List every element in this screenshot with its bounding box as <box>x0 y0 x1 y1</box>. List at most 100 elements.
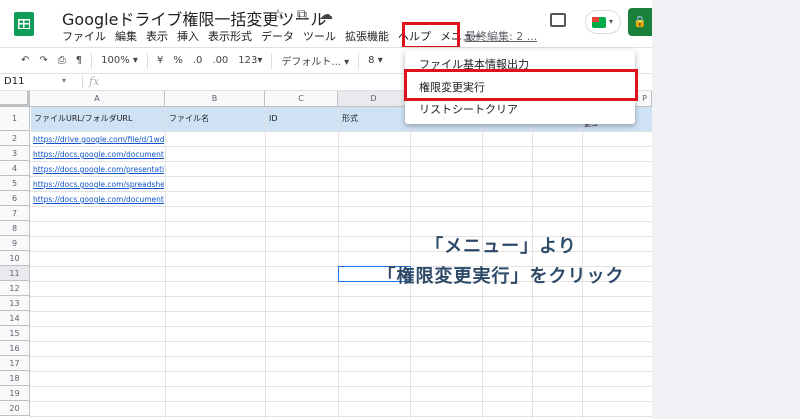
gridline <box>30 401 652 402</box>
row-header-2[interactable]: 2 <box>0 131 30 146</box>
row-header-7[interactable]: 7 <box>0 206 30 221</box>
gridline <box>30 341 652 342</box>
font-size-value: 8 <box>368 55 375 66</box>
row-header-11[interactable]: 11 <box>0 266 30 281</box>
more-formats-label: 123 <box>238 55 258 66</box>
gridline <box>30 131 652 132</box>
toolbar-divider <box>146 52 148 69</box>
select-all-corner[interactable] <box>0 91 30 107</box>
increase-decimal-button[interactable]: .00 <box>207 55 233 66</box>
star-icon[interactable]: ☆ <box>270 7 286 23</box>
menu-data[interactable]: データ <box>261 28 294 44</box>
font-value: デフォルト... <box>281 57 341 68</box>
fx-icon: fx <box>82 75 99 88</box>
row-header-3[interactable]: 3 <box>0 146 30 161</box>
row-header-8[interactable]: 8 <box>0 221 30 236</box>
print-icon[interactable]: ⎙ <box>53 55 71 66</box>
toolbar-divider <box>358 52 360 69</box>
row-header-1[interactable]: 1 <box>0 107 30 131</box>
header-cell-format[interactable]: 形式 <box>339 107 410 131</box>
decrease-decimal-button[interactable]: .0 <box>188 55 208 66</box>
folder-move-icon[interactable]: ⧉ <box>294 7 310 23</box>
row-header-18[interactable]: 18 <box>0 371 30 386</box>
undo-icon[interactable]: ↶ <box>16 55 34 66</box>
meet-button[interactable]: ▾ <box>585 10 621 34</box>
row-header-6[interactable]: 6 <box>0 191 30 206</box>
paint-format-icon[interactable]: ¶ <box>71 55 87 66</box>
cell-link-4[interactable]: https://docs.google.com/spreadsheets/ <box>33 180 164 189</box>
column-header-c[interactable]: C <box>265 91 338 107</box>
gridline <box>30 146 652 147</box>
row-header-9[interactable]: 9 <box>0 236 30 251</box>
row-header-4[interactable]: 4 <box>0 161 30 176</box>
gridline <box>30 191 652 192</box>
menu-format[interactable]: 表示形式 <box>208 28 252 44</box>
cell-link-2[interactable]: https://docs.google.com/document/d/1L <box>33 150 164 159</box>
header-cell-id[interactable]: ID <box>266 107 338 131</box>
column-header-a[interactable]: A <box>30 91 165 107</box>
cloud-status-icon[interactable]: ☁ <box>318 7 334 23</box>
header-cell-url[interactable]: ファイルURL/フォルダURL <box>31 107 165 131</box>
instruction-annotation: 「メニュー」より 「権限変更実行」をクリック <box>336 232 666 292</box>
gridline <box>30 311 652 312</box>
chevron-down-icon: ▾ <box>609 17 614 26</box>
row-header-19[interactable]: 19 <box>0 386 30 401</box>
page-background-right <box>652 0 800 419</box>
highlight-menu-custom <box>402 22 460 49</box>
row-header-12[interactable]: 12 <box>0 281 30 296</box>
menu-view[interactable]: 表示 <box>146 28 168 44</box>
menu-extensions[interactable]: 拡張機能 <box>345 28 389 44</box>
toolbar-divider <box>271 52 273 69</box>
toolbar-divider <box>91 52 93 69</box>
row-header-14[interactable]: 14 <box>0 311 30 326</box>
meet-camera-icon <box>592 17 606 28</box>
row-header-17[interactable]: 17 <box>0 356 30 371</box>
menu-tools[interactable]: ツール <box>303 28 336 44</box>
row-header-16[interactable]: 16 <box>0 341 30 356</box>
app-header: Googleドライブ権限一括変更ツール ☆ ⧉ ☁ ファイル 編集 表示 挿入 … <box>0 0 652 46</box>
menu-edit[interactable]: 編集 <box>115 28 137 44</box>
gridline <box>30 416 652 417</box>
gridline <box>265 107 266 419</box>
chevron-down-icon[interactable]: ▾ <box>62 76 66 85</box>
column-header-d[interactable]: D <box>338 91 410 107</box>
zoom-select[interactable]: 100% ▾ <box>96 55 143 66</box>
row-header-13[interactable]: 13 <box>0 296 30 311</box>
font-size-select[interactable]: 8 ▾ <box>363 55 388 66</box>
cell-link-1[interactable]: https://drive.google.com/file/d/1wd0thT <box>33 135 164 144</box>
lock-icon: 🔒 <box>633 15 647 28</box>
gridline <box>30 221 652 222</box>
cell-link-5[interactable]: https://docs.google.com/document/d/1l <box>33 195 164 204</box>
instruction-line-1: 「メニュー」より <box>425 236 577 257</box>
row-header-5[interactable]: 5 <box>0 176 30 191</box>
zoom-value: 100% <box>101 55 130 66</box>
row-header-20[interactable]: 20 <box>0 401 30 416</box>
percent-format-button[interactable]: % <box>168 55 188 66</box>
menu-insert[interactable]: 挿入 <box>177 28 199 44</box>
row-header-10[interactable]: 10 <box>0 251 30 266</box>
comment-history-icon[interactable] <box>550 13 566 27</box>
gridline <box>30 206 652 207</box>
last-edit-link[interactable]: 最終編集: 2 ... <box>465 28 537 44</box>
currency-format-button[interactable]: ¥ <box>152 55 168 66</box>
gridline <box>30 176 652 177</box>
more-formats-button[interactable]: 123▾ <box>233 55 267 66</box>
sheets-logo-icon[interactable] <box>14 12 34 36</box>
row-header-15[interactable]: 15 <box>0 326 30 341</box>
gridline <box>30 161 652 162</box>
gridline <box>30 296 652 297</box>
gridline <box>30 356 652 357</box>
header-cell-filename[interactable]: ファイル名 <box>166 107 265 131</box>
cell-link-3[interactable]: https://docs.google.com/presentation/d <box>33 165 164 174</box>
highlight-run-permission-change <box>404 69 638 101</box>
redo-icon[interactable]: ↷ <box>34 55 52 66</box>
gridline <box>165 107 166 419</box>
gridline <box>30 386 652 387</box>
gridline <box>30 326 652 327</box>
menu-file[interactable]: ファイル <box>62 28 106 44</box>
share-button[interactable]: 🔒 <box>628 8 652 36</box>
title-icons: ☆ ⧉ ☁ <box>270 7 334 23</box>
column-header-b[interactable]: B <box>165 91 265 107</box>
menu-item-clear-list-sheet[interactable]: リストシートクリア <box>419 101 518 117</box>
font-select[interactable]: デフォルト... ▾ <box>276 53 354 68</box>
